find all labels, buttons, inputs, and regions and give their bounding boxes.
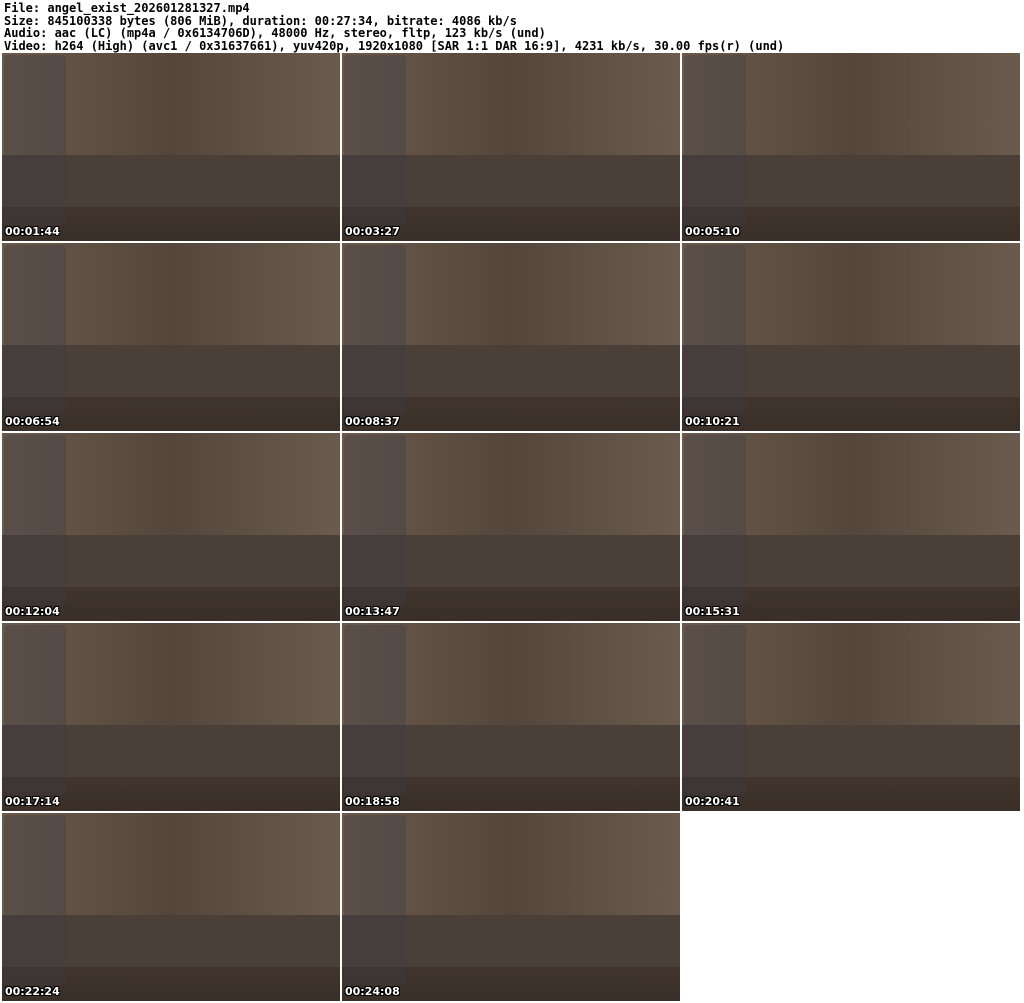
video-frame-thumbnail: 00:06:54 — [2, 243, 340, 431]
frame-timestamp: 00:03:27 — [345, 225, 400, 238]
video-frame-thumbnail: 00:01:44 — [2, 53, 340, 241]
video-frame-thumbnail: 00:03:27 — [342, 53, 680, 241]
video-frame-thumbnail: 00:20:41 — [682, 623, 1020, 811]
audio-info: Audio: aac (LC) (mp4a / 0x6134706D), 480… — [4, 26, 546, 40]
stream-overlay-panel — [684, 435, 746, 605]
stream-overlay-panel — [684, 245, 746, 415]
frame-timestamp: 00:13:47 — [345, 605, 400, 618]
frame-timestamp: 00:12:04 — [5, 605, 60, 618]
video-frame-thumbnail: 00:15:31 — [682, 433, 1020, 621]
stream-overlay-panel — [344, 815, 406, 985]
stream-overlay-panel — [684, 55, 746, 225]
stream-overlay-panel — [344, 245, 406, 415]
frame-timestamp: 00:22:24 — [5, 985, 60, 998]
video-info: Video: h264 (High) (avc1 / 0x31637661), … — [4, 38, 785, 53]
frame-timestamp: 00:24:08 — [345, 985, 400, 998]
frame-timestamp: 00:08:37 — [345, 415, 400, 428]
stream-overlay-panel — [4, 625, 66, 795]
video-frame-thumbnail: 00:24:08 — [342, 813, 680, 1001]
frame-timestamp: 00:17:14 — [5, 795, 60, 808]
stream-overlay-panel — [4, 435, 66, 605]
stream-overlay-panel — [344, 625, 406, 795]
frame-timestamp: 00:06:54 — [5, 415, 60, 428]
frame-timestamp: 00:10:21 — [685, 415, 740, 428]
video-frame-thumbnail: 00:12:04 — [2, 433, 340, 621]
frame-timestamp: 00:15:31 — [685, 605, 740, 618]
video-frame-thumbnail: 00:08:37 — [342, 243, 680, 431]
stream-overlay-panel — [4, 55, 66, 225]
video-frame-thumbnail: 00:10:21 — [682, 243, 1020, 431]
video-frame-thumbnail: 00:05:10 — [682, 53, 1020, 241]
frame-timestamp: 00:05:10 — [685, 225, 740, 238]
stream-overlay-panel — [4, 815, 66, 985]
file-name: File: angel_exist_202601281327.mp4 — [4, 1, 250, 15]
video-frame-thumbnail: 00:18:58 — [342, 623, 680, 811]
stream-overlay-panel — [344, 435, 406, 605]
thumbnail-grid: 00:01:44 00:03:27 00:05:10 00:06:54 00:08:37… — [2, 53, 1020, 1001]
video-frame-thumbnail: 00:13:47 — [342, 433, 680, 621]
frame-timestamp: 00:01:44 — [5, 225, 60, 238]
file-info-header: File: angel_exist_202601281327.mp4 Size:… — [4, 2, 784, 52]
video-frame-thumbnail: 00:22:24 — [2, 813, 340, 1001]
stream-overlay-panel — [4, 245, 66, 415]
stream-overlay-panel — [344, 55, 406, 225]
stream-overlay-panel — [684, 625, 746, 795]
frame-timestamp: 00:18:58 — [345, 795, 400, 808]
video-frame-thumbnail: 00:17:14 — [2, 623, 340, 811]
frame-timestamp: 00:20:41 — [685, 795, 740, 808]
